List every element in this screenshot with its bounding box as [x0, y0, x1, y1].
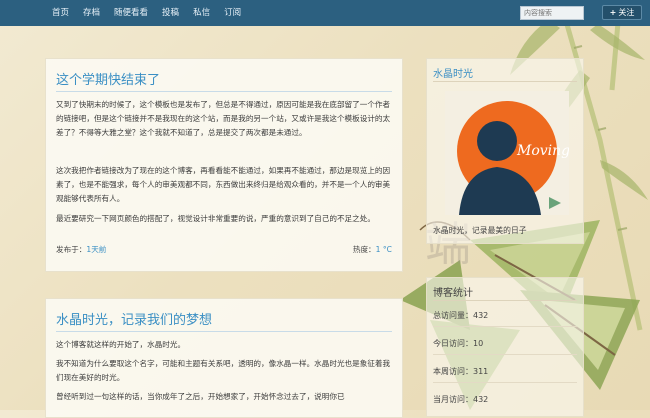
post-paragraph: 这个博客就这样的开始了，水晶时光。	[56, 340, 186, 349]
stat-total-visits: 总访问量：432	[433, 311, 489, 320]
top-navigation-bar: 首页 存档 随便看看 投稿 私信 订阅 +关注	[0, 0, 650, 26]
avatar[interactable]: Moving	[445, 91, 569, 215]
post-published: 发布于：1天前	[56, 244, 106, 255]
title-divider	[56, 331, 392, 332]
main-nav: 首页 存档 随便看看 投稿 私信 订阅	[52, 0, 255, 26]
search-input[interactable]	[520, 6, 584, 20]
stat-month-visits: 当月访问：432	[433, 395, 489, 404]
post-paragraph: 最近要研究一下网页颜色的搭配了，视觉设计非常重要的说，严重的意识到了自己的不足之…	[56, 214, 375, 223]
title-divider	[56, 91, 392, 92]
stat-divider	[433, 382, 577, 383]
widget-divider	[433, 300, 577, 301]
nav-home[interactable]: 首页	[52, 0, 69, 26]
hot-label: 热度：	[352, 245, 376, 254]
stats-widget: 博客统计 总访问量：432 今日访问：10 本周访问：311 当月访问：432	[426, 277, 584, 417]
plus-icon: +	[609, 8, 617, 17]
nav-archive[interactable]: 存档	[83, 0, 100, 26]
follow-button[interactable]: + 关注	[602, 5, 642, 20]
stat-today-visits: 今日访问：10	[433, 339, 484, 348]
published-link[interactable]: 1天前	[86, 245, 106, 254]
nav-subscribe[interactable]: 订阅	[224, 0, 241, 26]
profile-caption: 水晶时光，记录最美的日子	[433, 226, 527, 235]
follow-label: 关注	[618, 8, 635, 17]
stat-divider	[433, 326, 577, 327]
nav-random[interactable]: 随便看看	[114, 0, 148, 26]
stat-week-visits: 本周访问：311	[433, 367, 489, 376]
widget-divider	[433, 81, 577, 82]
published-label: 发布于：	[56, 245, 87, 254]
profile-title: 水晶时光	[433, 69, 473, 80]
post-paragraph: 又到了快期末的时候了，这个模板也是发布了，但总是不得通过，原因可能是我在底部留了…	[56, 100, 391, 137]
stat-divider	[433, 354, 577, 355]
post-card: 这个学期快结束了 又到了快期末的时候了，这个模板也是发布了，但总是不得通过，原因…	[45, 58, 403, 272]
post-title[interactable]: 这个学期快结束了	[56, 69, 160, 88]
avatar-text: Moving	[516, 143, 569, 159]
nav-submit[interactable]: 投稿	[162, 0, 179, 26]
post-paragraph: 曾经听到过一句这样的话，当你成年了之后，开始想家了，开始怀念过去了，说明你已	[56, 392, 345, 401]
hot-value[interactable]: 1 °C	[376, 245, 392, 254]
post-hotness: 热度：1 °C	[353, 244, 392, 255]
stats-title: 博客统计	[433, 288, 473, 299]
nav-message[interactable]: 私信	[193, 0, 210, 26]
post-card: 水晶时光，记录我们的梦想 这个博客就这样的开始了，水晶时光。 我不知道为什么要取…	[45, 298, 403, 418]
post-paragraph: 我不知道为什么要取这个名字，可能和主题有关系吧，透明的，像水晶一样。水晶时光也是…	[56, 359, 391, 382]
profile-widget: 水晶时光 Moving 水晶时光，记录最美的日子	[426, 58, 584, 244]
post-title[interactable]: 水晶时光，记录我们的梦想	[56, 309, 212, 328]
post-paragraph: 这次我把作者链接改为了现在的这个博客，再看看能不能通过，如果再不能通过，那边是现…	[56, 166, 391, 203]
